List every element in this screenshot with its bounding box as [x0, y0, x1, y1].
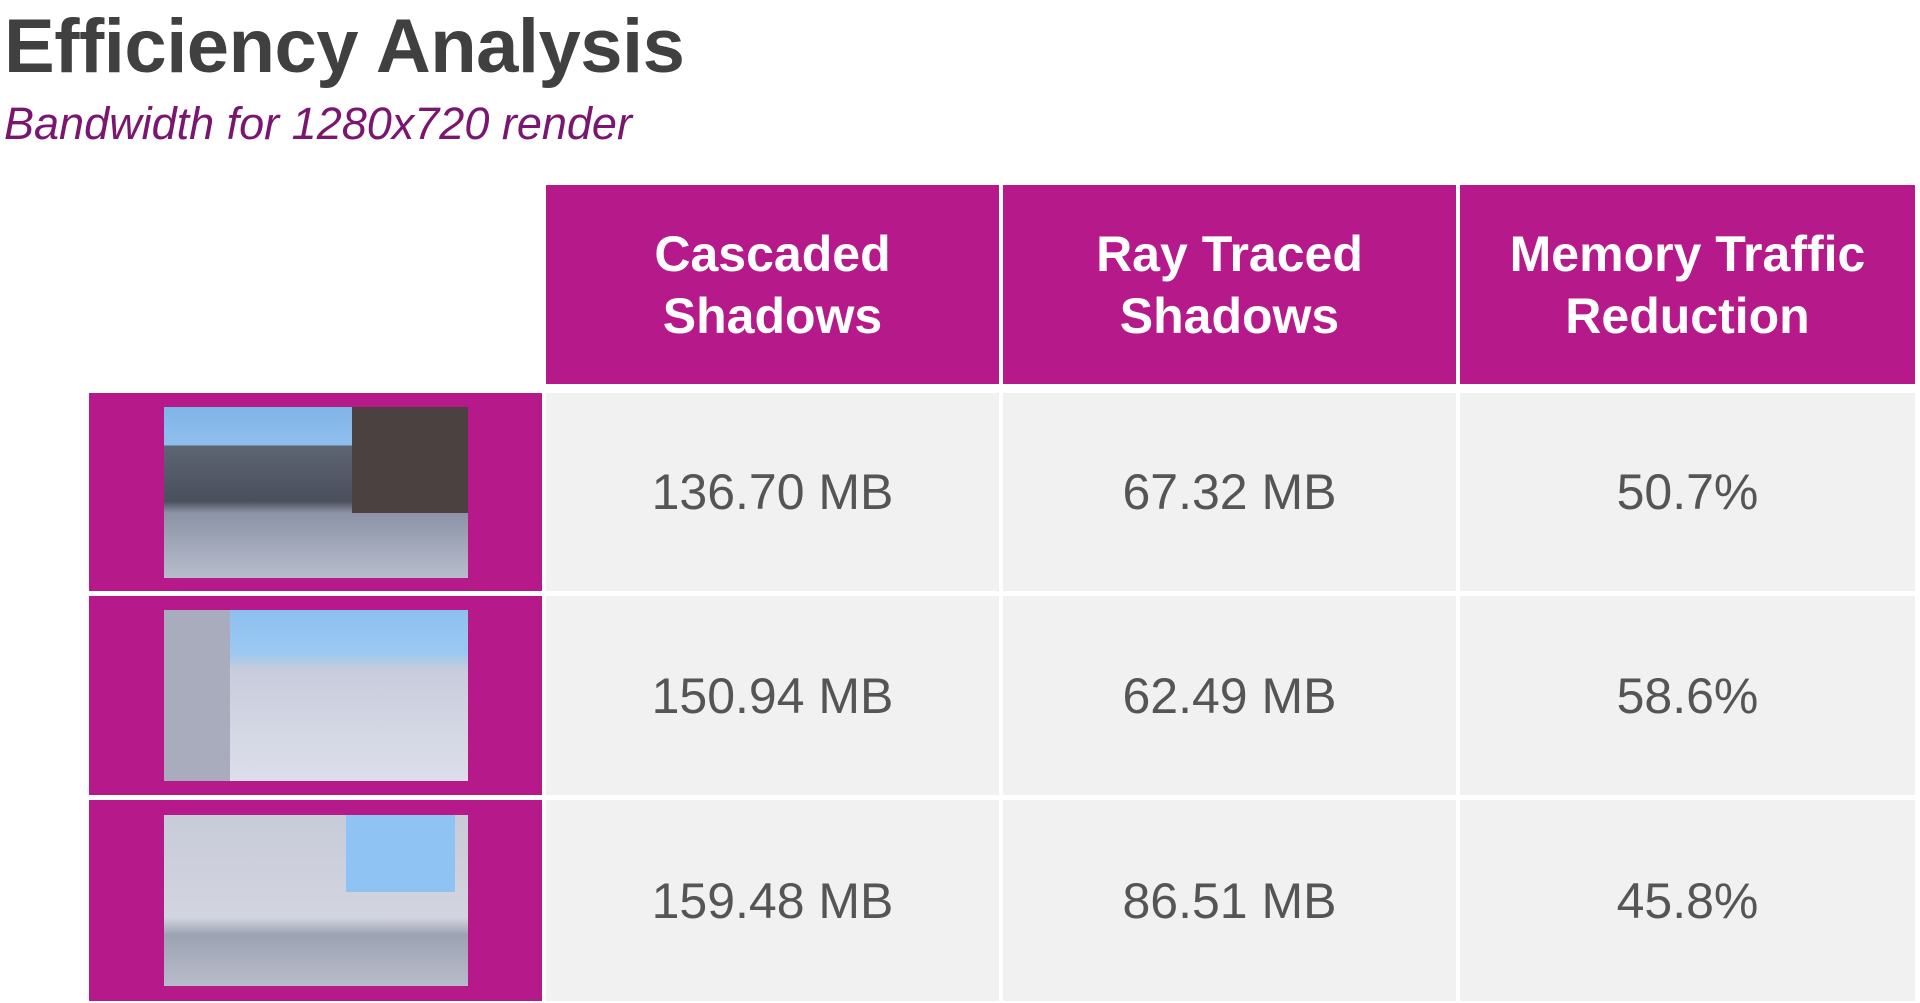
page-subtitle: Bandwidth for 1280x720 render	[4, 98, 632, 149]
ray-traced-value: 67.32 MB	[1003, 393, 1456, 591]
ray-traced-value: 86.51 MB	[1003, 800, 1456, 1001]
reduction-value: 45.8%	[1460, 800, 1915, 1001]
row-image-cell	[89, 393, 542, 591]
scene-thumbnail	[163, 610, 468, 781]
header-ray-traced-shadows: Ray Traced Shadows	[1003, 185, 1456, 384]
scene-thumbnail	[163, 406, 468, 578]
page-title: Efficiency Analysis	[4, 4, 685, 89]
header-memory-traffic-reduction: Memory Traffic Reduction	[1460, 185, 1915, 384]
reduction-value: 58.6%	[1460, 596, 1915, 795]
cascaded-value: 150.94 MB	[546, 596, 999, 795]
scene-thumbnail	[163, 815, 468, 986]
cascaded-value: 159.48 MB	[546, 800, 999, 1001]
row-image-cell	[89, 800, 542, 1001]
cascaded-value: 136.70 MB	[546, 393, 999, 591]
ray-traced-value: 62.49 MB	[1003, 596, 1456, 795]
header-cascaded-shadows: Cascaded Shadows	[546, 185, 999, 384]
row-image-cell	[89, 596, 542, 795]
reduction-value: 50.7%	[1460, 393, 1915, 591]
